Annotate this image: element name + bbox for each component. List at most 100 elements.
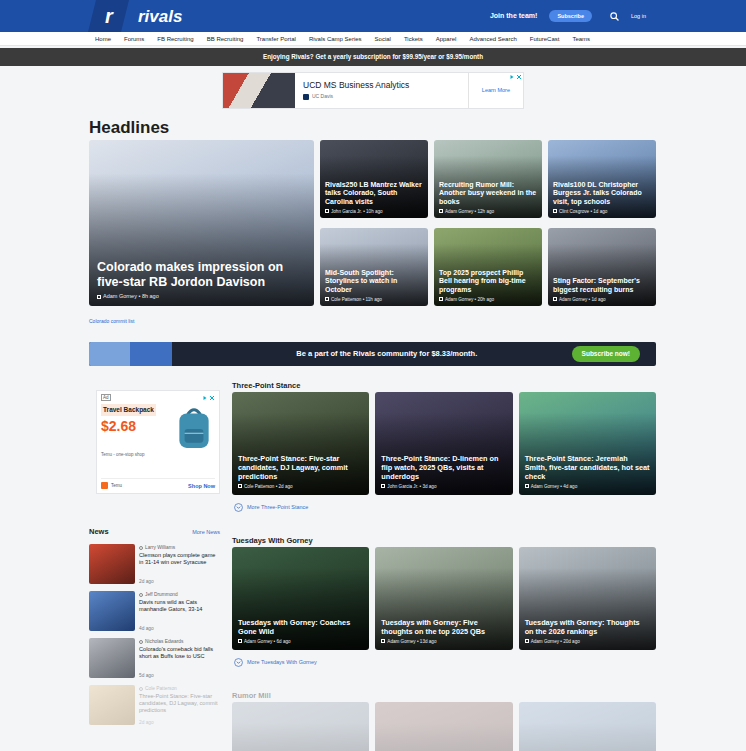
story-card[interactable]: Three-Point Stance: Five-star candidates… — [232, 392, 369, 495]
ad-label: Ad — [101, 394, 111, 401]
story-card[interactable] — [232, 702, 369, 751]
header-actions: Join the team! Subscribe Log in — [490, 10, 646, 23]
story-title: Top 2025 prospect Phillip Bell hearing f… — [439, 269, 537, 295]
headlines-title: Headlines — [89, 118, 656, 138]
news-item[interactable]: Larry WilliamsClemson plays complete gam… — [89, 544, 220, 585]
header-bar: r rivals Join the team! Subscribe Log in — [89, 0, 656, 32]
story-meta: Adam Gorney • 12h ago — [439, 209, 537, 215]
author-name: Nicholas Edwards — [145, 638, 183, 645]
nav-link[interactable]: FutureCast — [530, 36, 560, 42]
nav-link[interactable]: FB Recruiting — [157, 36, 193, 42]
news-time: 2d ago — [139, 719, 220, 726]
subscribe-banner: Be a part of the Rivals community for $8… — [89, 342, 656, 366]
story-byline: John Garcia Jr. • 10h ago — [331, 209, 383, 215]
story-title: Colorado makes impression on five-star R… — [97, 260, 306, 290]
author-icon — [525, 484, 529, 488]
news-author: Nicholas Edwards — [139, 638, 220, 645]
nav-link[interactable]: Social — [375, 36, 391, 42]
news-author: Larry Williams — [139, 544, 220, 551]
author-icon — [381, 484, 385, 488]
news-body: Nicholas EdwardsColorado's comeback bid … — [139, 638, 220, 679]
story-meta: Cole Patterson • 2d ago — [238, 484, 363, 490]
author-icon — [139, 593, 143, 597]
author-icon — [97, 295, 101, 299]
author-icon — [439, 297, 443, 301]
right-column: Three-Point Stance Three-Point Stance: Fi… — [232, 381, 656, 751]
story-card[interactable]: Tuesdays with Gorney: Five thoughts on t… — [375, 547, 512, 650]
story-card[interactable]: Three-Point Stance: Jeremiah Smith, five… — [519, 392, 656, 495]
chevron-down-icon — [234, 658, 243, 667]
side-ad[interactable]: AdTravel Backpack$2.68Temu - one-stop sh… — [96, 390, 220, 494]
ad-offer: Travel Backpack$2.68 — [101, 404, 215, 450]
more-link[interactable]: More Three-Point Stance — [234, 503, 308, 512]
news-thumbnail — [89, 591, 135, 631]
author-name: Larry Williams — [145, 544, 175, 551]
featured-story[interactable]: Colorado makes impression on five-star R… — [89, 140, 314, 306]
content-section: Rumor Mill — [232, 691, 656, 751]
headline-story[interactable]: Mid-South Spotlight: Storylines to watch… — [320, 228, 428, 306]
sponsor-logo-icon — [303, 94, 309, 100]
nav-link[interactable]: Forums — [124, 36, 144, 42]
news-thumbnail — [89, 544, 135, 584]
content-section: Three-Point Stance Three-Point Stance: Fi… — [232, 381, 656, 519]
adchoices-icon[interactable] — [202, 395, 215, 401]
nav-link[interactable]: Rivals Camp Series — [309, 36, 362, 42]
subscribe-now-button[interactable]: Subscribe now! — [572, 346, 640, 362]
nav-link[interactable]: Apparel — [436, 36, 457, 42]
ad-banner[interactable]: UCD MS Business AnalyticsUC DavisLearn M… — [222, 72, 524, 109]
story-card[interactable]: Three-Point Stance: D-linemen on flip wa… — [375, 392, 512, 495]
story-title: Three-Point Stance: D-linemen on flip wa… — [381, 455, 506, 482]
login-link[interactable]: Log in — [631, 12, 646, 20]
story-byline: Adam Gorney • 4d ago — [531, 484, 578, 490]
search-icon[interactable] — [610, 12, 619, 21]
logo-letter: r — [105, 6, 113, 26]
story-meta: John Garcia Jr. • 3d ago — [381, 484, 506, 490]
story-card[interactable]: Tuesdays with Gorney: Coaches Gone WildA… — [232, 547, 369, 650]
chevron-down-icon — [234, 503, 243, 512]
story-meta: Clint Cosgrove • 1d ago — [553, 209, 651, 215]
more-link[interactable]: More Tuesdays With Gorney — [234, 658, 317, 667]
headline-story[interactable]: Top 2025 prospect Phillip Bell hearing f… — [434, 228, 542, 306]
news-header: NewsMore News — [89, 527, 220, 538]
nav-link[interactable]: Tickets — [404, 36, 423, 42]
story-title: Three-Point Stance: Jeremiah Smith, five… — [525, 455, 650, 482]
headline-story[interactable]: Rivals100 DL Christopher Burgess Jr. tal… — [548, 140, 656, 218]
nav-link[interactable]: Teams — [572, 36, 590, 42]
more-news-link[interactable]: More News — [192, 528, 220, 536]
headline-story[interactable]: Recruiting Rumor Mill: Another busy week… — [434, 140, 542, 218]
headline-story[interactable]: Sting Factor: September's biggest recrui… — [548, 228, 656, 306]
author-name: Cole Patterson — [145, 685, 177, 692]
story-card[interactable] — [375, 702, 512, 751]
news-item[interactable]: Jeff DrummondDavis runs wild as Cats man… — [89, 591, 220, 632]
temu-logo-icon — [101, 482, 108, 489]
brand-name[interactable]: rivals — [138, 8, 182, 25]
logo-mark[interactable]: r — [88, 0, 129, 32]
shop-now-button[interactable]: Shop Now — [188, 482, 215, 490]
news-item[interactable]: Nicholas EdwardsColorado's comeback bid … — [89, 638, 220, 679]
news-item[interactable]: Cole PattersonThree-Point Stance: Five-s… — [89, 685, 220, 726]
author-icon — [139, 687, 143, 691]
commit-list-link[interactable]: Colorado commit list — [89, 318, 134, 324]
section-title: Three-Point Stance — [232, 381, 656, 390]
nav-link[interactable]: Transfer Portal — [256, 36, 295, 42]
ad-offer-text: Travel Backpack$2.68 — [101, 404, 156, 434]
news-body: Cole PattersonThree-Point Stance: Five-s… — [139, 685, 220, 726]
story-meta: Adam Gorney • 20h ago — [439, 297, 537, 303]
story-byline: Adam Gorney • 13d ago — [387, 639, 436, 645]
nav-link[interactable]: Home — [95, 36, 111, 42]
news-thumbnail — [89, 685, 135, 725]
news-author: Jeff Drummond — [139, 591, 220, 598]
nav-link[interactable]: Advanced Search — [469, 36, 516, 42]
backpack-icon[interactable] — [173, 404, 215, 450]
headline-story[interactable]: Rivals250 LB Mantrez Walker talks Colora… — [320, 140, 428, 218]
news-title: Clemson plays complete game in 31-14 win… — [139, 552, 220, 566]
story-card[interactable]: Tuesdays with Gorney: Thoughts on the 20… — [519, 547, 656, 650]
ad-footer: TemuShop Now — [101, 478, 215, 490]
nav-link[interactable]: BB Recruiting — [207, 36, 244, 42]
news-time: 2d ago — [139, 578, 220, 585]
subscribe-button[interactable]: Subscribe — [549, 10, 592, 23]
story-card[interactable] — [519, 702, 656, 751]
page: r rivals Join the team! Subscribe Log in Home… — [0, 0, 746, 751]
join-link[interactable]: Join the team! — [490, 11, 537, 22]
adchoices-icon[interactable] — [509, 74, 522, 80]
